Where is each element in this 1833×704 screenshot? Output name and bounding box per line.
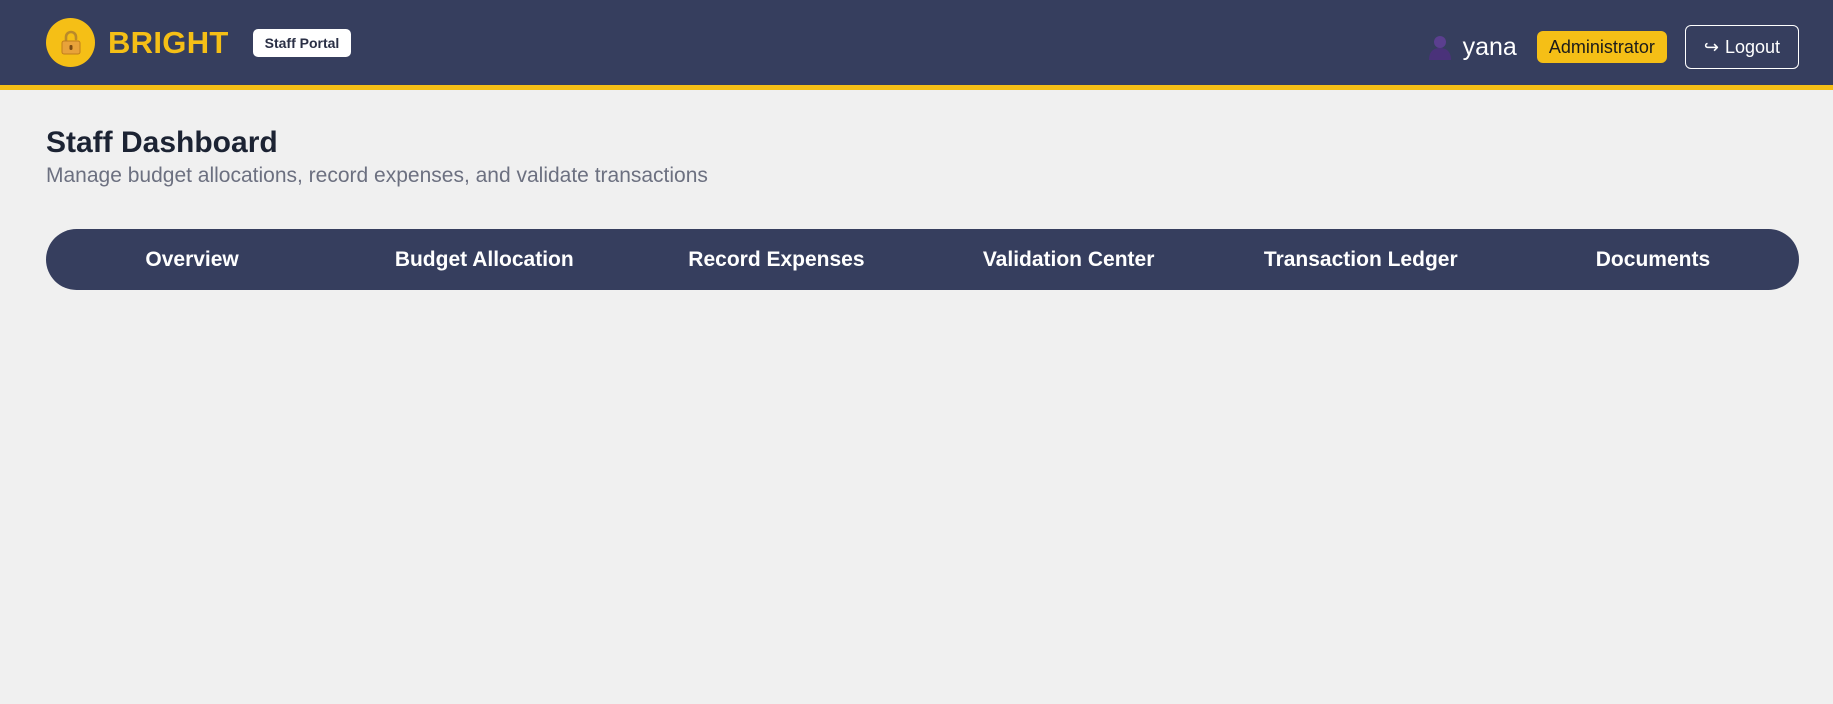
tab-transaction-ledger[interactable]: Transaction Ledger — [1215, 248, 1507, 272]
tab-documents[interactable]: Documents — [1507, 248, 1799, 272]
lock-icon — [46, 18, 95, 67]
logout-button[interactable]: ↪ Logout — [1684, 25, 1799, 69]
role-badge: Administrator — [1536, 31, 1667, 63]
portal-badge: Staff Portal — [252, 28, 352, 57]
person-icon — [1427, 33, 1453, 61]
username: yana — [1462, 32, 1517, 61]
page-title: Staff Dashboard — [46, 126, 278, 159]
tab-record-expenses[interactable]: Record Expenses — [630, 248, 922, 272]
dashboard-tabs: Overview Budget Allocation Record Expens… — [46, 229, 1799, 290]
logout-label: Logout — [1724, 37, 1780, 57]
tab-budget-allocation[interactable]: Budget Allocation — [338, 248, 630, 272]
top-navbar: BRIGHT Staff Portal yana Administrator ↪… — [0, 0, 1833, 90]
tab-validation-center[interactable]: Validation Center — [923, 248, 1215, 272]
brand-name: BRIGHT — [108, 24, 229, 60]
brand[interactable]: BRIGHT Staff Portal — [46, 18, 352, 67]
logout-arrow-icon: ↪ — [1703, 37, 1719, 57]
page-header: Staff Dashboard Manage budget allocation… — [46, 124, 708, 189]
page-subtitle: Manage budget allocations, record expens… — [46, 164, 708, 187]
user-area: yana Administrator ↪ Logout — [1427, 25, 1799, 69]
tab-overview[interactable]: Overview — [46, 248, 338, 272]
